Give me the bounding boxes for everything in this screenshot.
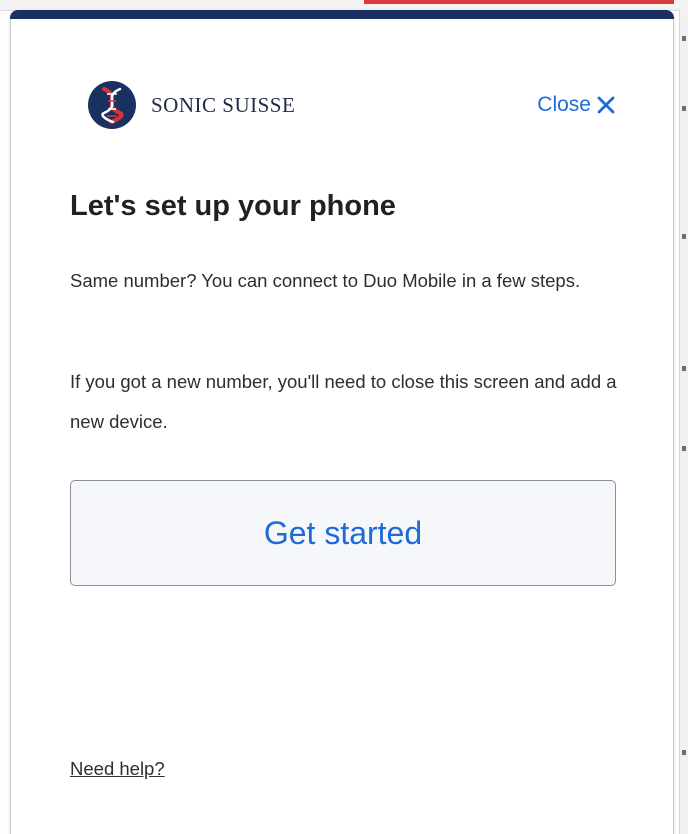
close-button[interactable]: Close xyxy=(537,93,615,117)
browser-top-strip xyxy=(0,0,688,11)
browser-viewport: SONIC SUISSE Close Let's set up your pho… xyxy=(0,0,688,834)
brand-name: SONIC SUISSE xyxy=(151,92,296,117)
scrollbar-mark xyxy=(682,446,686,451)
dna-helix-logo-icon xyxy=(88,81,136,129)
close-x-icon xyxy=(597,96,615,114)
instruction-new-number: If you got a new number, you'll need to … xyxy=(70,371,617,432)
page-title: Let's set up your phone xyxy=(70,190,396,222)
duo-prompt-card: SONIC SUISSE Close Let's set up your pho… xyxy=(10,10,674,834)
brand: SONIC SUISSE xyxy=(87,80,295,130)
need-help-link[interactable]: Need help? xyxy=(70,758,165,780)
scrollbar-mark xyxy=(682,366,686,371)
scrollbar[interactable] xyxy=(679,10,688,834)
get-started-button[interactable]: Get started xyxy=(70,480,616,586)
scrollbar-mark xyxy=(682,234,686,239)
scrollbar-mark xyxy=(682,36,686,41)
scrollbar-mark xyxy=(682,750,686,755)
card-top-bar xyxy=(10,10,674,19)
browser-active-tab-indicator xyxy=(364,0,674,4)
scrollbar-mark xyxy=(682,106,686,111)
card-header: SONIC SUISSE Close xyxy=(87,80,615,130)
close-label: Close xyxy=(537,93,591,116)
instruction-same-number: Same number? You can connect to Duo Mobi… xyxy=(70,270,581,291)
